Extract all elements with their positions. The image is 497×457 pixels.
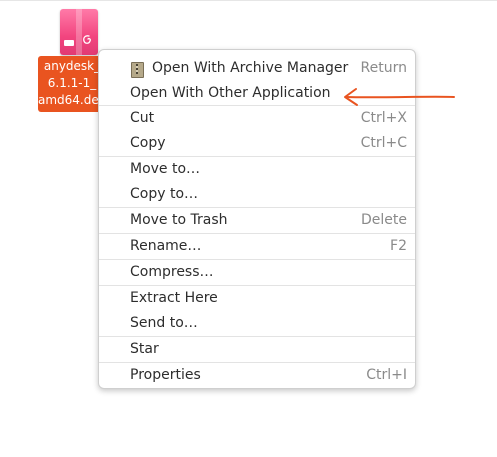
menu-item-label: Compress… (130, 264, 214, 280)
archive-manager-icon (131, 62, 144, 78)
menu-item-star[interactable]: Star (99, 337, 415, 361)
menu-item-label: Move to… (130, 161, 201, 177)
annotation-arrow-icon (344, 88, 455, 106)
menu-item-shortcut: Return (360, 60, 407, 76)
file-name-label[interactable]: anydesk_ 6.1.1-1_ amd64.deb (38, 56, 106, 112)
menu-item-shortcut: Ctrl+I (366, 367, 407, 383)
menu-item-properties[interactable]: Properties Ctrl+I (99, 363, 415, 387)
menu-item-copy[interactable]: Copy Ctrl+C (99, 131, 415, 155)
menu-item-label: Open With Other Application (130, 85, 331, 101)
menu-item-open-with-archive-manager[interactable]: Open With Archive Manager Return (99, 56, 415, 80)
menu-item-label: Properties (130, 367, 201, 383)
menu-item-label: Cut (130, 110, 155, 126)
menu-item-compress[interactable]: Compress… (99, 260, 415, 284)
window-top-border (0, 0, 497, 1)
menu-item-shortcut: F2 (390, 238, 407, 254)
package-stripe (76, 9, 82, 55)
menu-item-label: Open With Archive Manager (152, 60, 349, 76)
menu-item-label: Extract Here (130, 290, 218, 306)
menu-item-shortcut: Delete (361, 212, 407, 228)
file-name-line-2: 6.1.1-1_ (47, 76, 97, 90)
menu-item-label: Star (130, 341, 159, 357)
zip-tag-icon (64, 40, 74, 46)
menu-item-rename[interactable]: Rename… F2 (99, 234, 415, 258)
file-name-line-1: anydesk_ (43, 59, 101, 73)
menu-item-extract-here[interactable]: Extract Here (99, 286, 415, 310)
menu-item-label: Move to Trash (130, 212, 228, 228)
menu-item-send-to[interactable]: Send to… (99, 311, 415, 335)
menu-item-label: Copy to… (130, 186, 199, 202)
menu-item-label: Rename… (130, 238, 202, 254)
menu-item-move-to-trash[interactable]: Move to Trash Delete (99, 208, 415, 232)
menu-item-move-to[interactable]: Move to… (99, 157, 415, 181)
debian-package-icon[interactable] (60, 9, 98, 55)
debian-swirl-icon (83, 35, 91, 44)
file-name-line-3: amd64.deb (38, 93, 106, 107)
menu-item-shortcut: Ctrl+C (360, 135, 407, 151)
menu-item-label: Copy (130, 135, 166, 151)
menu-item-label: Send to… (130, 315, 198, 331)
menu-item-copy-to[interactable]: Copy to… (99, 182, 415, 206)
